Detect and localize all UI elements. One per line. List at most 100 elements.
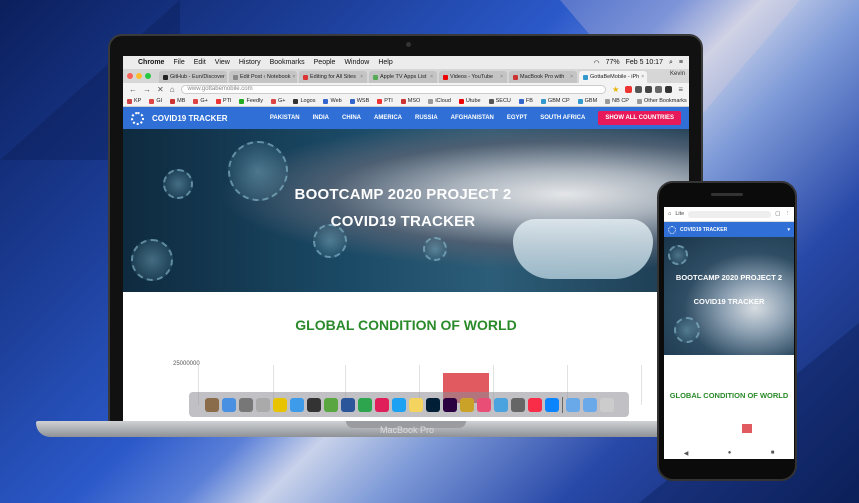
premiere-icon[interactable] (442, 397, 457, 412)
launchpad-icon[interactable] (238, 397, 253, 412)
menu-icon[interactable]: ≡ (678, 85, 683, 94)
url-input[interactable]: www.gottabemobile.com (180, 85, 607, 94)
bookmark[interactable]: MSO (400, 98, 420, 104)
nav-afghanistan[interactable]: AFGHANISTAN (451, 115, 494, 121)
forward-icon[interactable]: → (143, 85, 151, 94)
show-all-countries-button[interactable]: SHOW ALL COUNTRIES (598, 111, 681, 125)
folder-icon[interactable] (565, 397, 580, 412)
bookmark[interactable]: NB CP (605, 98, 629, 104)
menu-chrome[interactable]: Chrome (138, 59, 164, 66)
close-window-button[interactable] (127, 73, 133, 79)
search-icon[interactable]: ⌕ (669, 59, 673, 67)
evernote-icon[interactable] (357, 397, 372, 412)
close-tab-icon[interactable]: × (570, 74, 573, 80)
stop-icon[interactable]: ✕ (157, 85, 164, 94)
bookmark[interactable]: SECU (488, 98, 511, 104)
menu-help[interactable]: Help (378, 59, 392, 66)
browser-tab[interactable]: Videos - YouTube × (439, 71, 507, 83)
menu-edit[interactable]: Edit (194, 59, 206, 66)
bookmark[interactable]: GI (149, 98, 162, 104)
profile-button[interactable]: Kevin (670, 71, 685, 77)
trash-icon[interactable] (599, 397, 614, 412)
browser-tab[interactable]: GitHub - Eun/Discover× (159, 71, 227, 83)
notes-icon[interactable] (408, 397, 423, 412)
slack-icon[interactable] (374, 397, 389, 412)
nav-america[interactable]: AMERICA (374, 115, 402, 121)
recent-apps-icon[interactable]: ■ (771, 450, 775, 457)
back-icon[interactable]: ◀ (684, 450, 689, 457)
menu-people[interactable]: People (314, 59, 336, 66)
menu-history[interactable]: History (239, 59, 261, 66)
tabs-icon[interactable]: ▢ (775, 211, 780, 217)
phone-brand[interactable]: COVID19 TRACKER (680, 227, 727, 233)
other-bookmarks[interactable]: Other Bookmarks (636, 98, 687, 104)
app-icon[interactable] (459, 397, 474, 412)
bookmark[interactable]: PTI (215, 98, 231, 104)
home-icon[interactable]: ⌂ (668, 211, 671, 217)
home-icon[interactable]: ⌂ (170, 85, 175, 94)
system-preferences-icon[interactable] (255, 397, 270, 412)
zoom-window-button[interactable] (145, 73, 151, 79)
extension-icon[interactable] (635, 86, 643, 93)
bookmark[interactable]: KP (127, 98, 141, 104)
app-icon[interactable] (510, 397, 525, 412)
nav-egypt[interactable]: EGYPT (507, 115, 527, 121)
bookmark[interactable]: PTI (377, 98, 393, 104)
bookmark[interactable]: Logos (293, 98, 315, 104)
bookmark[interactable]: iCloud (428, 98, 451, 104)
app-store-icon[interactable] (544, 397, 559, 412)
menu-window[interactable]: Window (344, 59, 369, 66)
photoshop-icon[interactable] (425, 397, 440, 412)
word-icon[interactable] (340, 397, 355, 412)
nav-russia[interactable]: RUSSIA (415, 115, 438, 121)
photos-app-icon[interactable] (476, 397, 491, 412)
browser-tab[interactable]: MacBook Pro with × (509, 71, 577, 83)
photos-icon[interactable] (323, 397, 338, 412)
close-tab-icon[interactable]: × (430, 74, 433, 80)
close-tab-icon[interactable]: × (500, 74, 503, 80)
minimize-window-button[interactable] (136, 73, 142, 79)
phone-url-input[interactable] (688, 210, 772, 218)
bookmark[interactable]: MB (170, 98, 185, 104)
extension-icon[interactable] (655, 86, 663, 93)
nav-south-africa[interactable]: SOUTH AFRICA (540, 115, 585, 121)
music-icon[interactable] (527, 397, 542, 412)
battery-level[interactable]: 77% (606, 59, 620, 67)
extension-icon[interactable] (625, 86, 633, 93)
close-tab-icon[interactable]: × (360, 74, 363, 80)
menu-file[interactable]: File (173, 59, 184, 66)
clock[interactable]: Feb 5 10:17 (626, 59, 663, 67)
bookmark[interactable]: G+ (270, 98, 285, 104)
menu-list-icon[interactable]: ≡ (679, 59, 683, 67)
extension-icon[interactable] (645, 86, 653, 93)
menu-view[interactable]: View (215, 59, 230, 66)
app-store-icon[interactable] (221, 397, 236, 412)
browser-tab-active[interactable]: GottaBeMobile - iPh × (579, 71, 647, 83)
browser-tab[interactable]: Edit Post ‹ Notebook × (229, 71, 297, 83)
close-tab-icon[interactable]: × (641, 74, 644, 80)
nav-pakistan[interactable]: PAKISTAN (270, 115, 300, 121)
bookmark[interactable]: WSB (349, 98, 369, 104)
bookmark[interactable]: GBM CP (540, 98, 570, 104)
star-icon[interactable]: ★ (612, 85, 619, 94)
nav-india[interactable]: INDIA (313, 115, 329, 121)
folder-icon[interactable] (582, 397, 597, 412)
browser-tab[interactable]: Editing for All Sites × (299, 71, 367, 83)
more-icon[interactable]: ⋮ (785, 211, 791, 217)
browser-tab[interactable]: Apple TV Apps List × (369, 71, 437, 83)
bookmark[interactable]: Web (323, 98, 342, 104)
back-icon[interactable]: ← (129, 85, 137, 94)
hamburger-icon[interactable]: ▾ (787, 227, 790, 233)
safari-icon[interactable] (289, 397, 304, 412)
menu-bookmarks[interactable]: Bookmarks (270, 59, 305, 66)
terminal-icon[interactable] (306, 397, 321, 412)
bookmark[interactable]: G+ (193, 98, 208, 104)
site-brand[interactable]: COVID19 TRACKER (131, 111, 228, 125)
wifi-icon[interactable]: ◠ (593, 59, 599, 67)
extension-icon[interactable] (665, 86, 673, 93)
messages-icon[interactable] (493, 397, 508, 412)
nav-china[interactable]: CHINA (342, 115, 361, 121)
bookmark[interactable]: GBM (577, 98, 597, 104)
close-tab-icon[interactable]: × (292, 74, 295, 80)
bookmark[interactable]: FB (518, 98, 533, 104)
